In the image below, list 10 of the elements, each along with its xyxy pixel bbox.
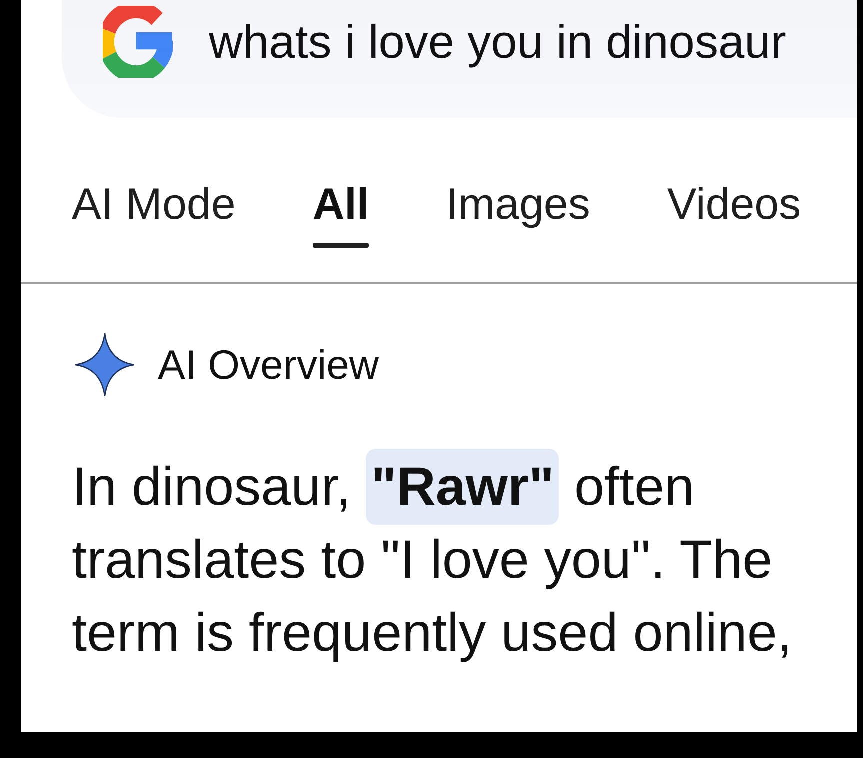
tab[interactable]: Images [446,179,590,260]
section-title: AI Overview [158,341,379,389]
search-bar[interactable]: whats i love you in dinosaur [62,0,857,118]
tab[interactable]: AI Mode [72,179,236,260]
tab[interactable]: Videos [667,179,802,260]
tab[interactable]: All [312,179,370,260]
search-query[interactable]: whats i love you in dinosaur [209,14,786,70]
logo-icon [103,6,173,78]
overview-text: In dinosaur, "Rawr" often translates to "I love you". The term is frequently used online, [72,451,832,670]
sparkle-icon [75,333,135,397]
